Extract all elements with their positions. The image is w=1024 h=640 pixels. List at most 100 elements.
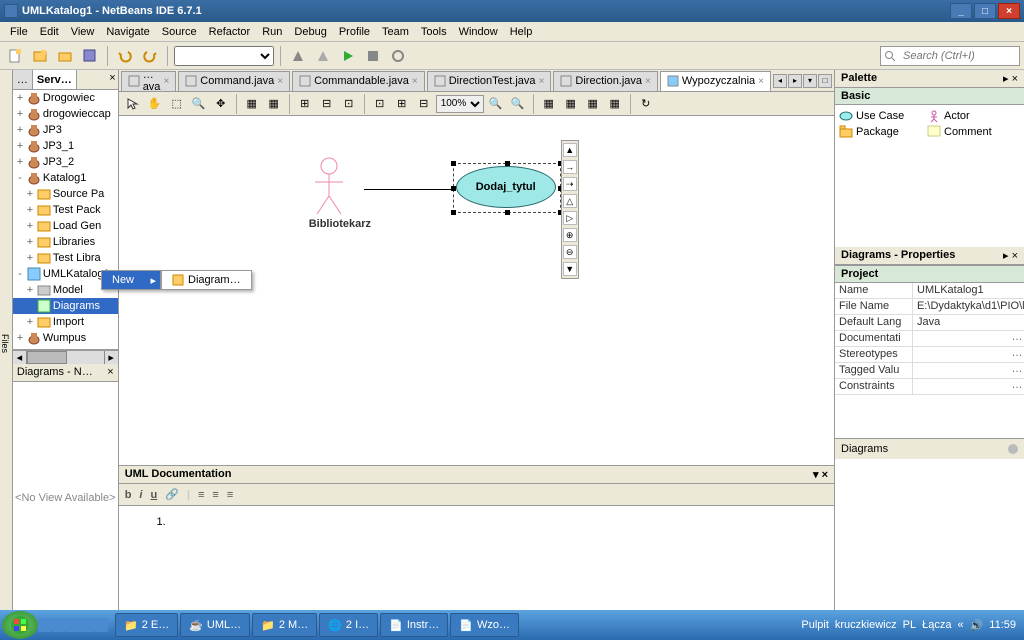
property-row[interactable]: File NameE:\Dydaktyka\d1\PIO\laboratoriu… [835, 299, 1024, 315]
doc-editor[interactable] [119, 506, 834, 614]
tab-close-icon[interactable]: × [539, 76, 545, 87]
side-real-icon[interactable]: ▷ [563, 211, 577, 225]
left-tab-projects[interactable]: … [13, 70, 33, 89]
tree-node[interactable]: +JP3_1 [13, 138, 118, 154]
editor-tab[interactable]: Direction.java× [553, 71, 657, 91]
menu-window[interactable]: Window [453, 24, 504, 40]
quick-launch-icon[interactable] [94, 618, 108, 632]
misc1-button[interactable]: ▦ [583, 94, 603, 114]
debug-button[interactable] [362, 45, 384, 67]
navigator-close-icon[interactable]: × [107, 366, 113, 379]
underline-button[interactable]: u [150, 489, 157, 501]
undo-button[interactable] [114, 45, 136, 67]
zoom-select[interactable]: 100% [436, 95, 484, 113]
taskbar-item[interactable]: 📄Instr… [380, 613, 448, 637]
tray-user[interactable]: kruczkiewicz [835, 619, 897, 631]
menu-edit[interactable]: Edit [34, 24, 65, 40]
property-row[interactable]: Tagged Valu… [835, 363, 1024, 379]
taskbar-item[interactable]: 📁2 E… [115, 613, 178, 637]
marquee-zoom-button[interactable]: ⬚ [167, 94, 187, 114]
tree-node[interactable]: +Wumpus [13, 330, 118, 346]
palette-item-comment[interactable]: Comment [927, 125, 1005, 139]
property-row[interactable]: Constraints… [835, 379, 1024, 395]
new-project-button[interactable] [29, 45, 51, 67]
fit-button[interactable]: ⊡ [370, 94, 390, 114]
palette-item-package[interactable]: Package [839, 125, 917, 139]
tree-hscroll[interactable]: ◂▸ [13, 350, 118, 364]
italic-button[interactable]: i [139, 489, 142, 501]
layout2-button[interactable]: ⊟ [317, 94, 337, 114]
editor-tab[interactable]: …ava× [121, 71, 177, 91]
tree-node[interactable]: Diagrams [13, 298, 118, 314]
tree-node[interactable]: +Libraries [13, 234, 118, 250]
side-assoc-icon[interactable]: → [563, 160, 577, 174]
start-button[interactable] [2, 611, 38, 639]
quick-launch-icon[interactable] [80, 618, 94, 632]
maximize-button[interactable]: □ [974, 3, 996, 19]
align-right-button[interactable]: ≡ [227, 489, 233, 501]
close-button[interactable]: × [998, 3, 1020, 19]
files-tab-vertical[interactable]: Files [0, 70, 13, 614]
side-up-icon[interactable]: ▲ [563, 143, 577, 157]
diagrams-section[interactable]: Diagrams [835, 438, 1024, 459]
tab-close-icon[interactable]: × [645, 76, 651, 87]
redo-button[interactable] [139, 45, 161, 67]
save-all-button[interactable] [79, 45, 101, 67]
prop-more-icon[interactable]: … [1010, 331, 1024, 346]
taskbar-item[interactable]: 🌐2 I… [319, 613, 378, 637]
zoom-out-button[interactable]: 🔍 [486, 94, 506, 114]
tree-node[interactable]: -Katalog1 [13, 170, 118, 186]
tree-node[interactable]: +Zad_3_PK_SS [13, 346, 118, 350]
tray-clock[interactable]: 11:59 [989, 619, 1016, 631]
clean-build-button[interactable] [312, 45, 334, 67]
tray-lang[interactable]: PL [903, 619, 916, 631]
zoom-in-button[interactable]: 🔍 [508, 94, 528, 114]
tab-max-button[interactable]: □ [818, 74, 832, 88]
side-down-icon[interactable]: ▼ [563, 262, 577, 276]
config-select[interactable] [174, 46, 274, 66]
actor-element[interactable]: Bibliotekarz [309, 156, 371, 230]
side-dep-icon[interactable]: ⇢ [563, 177, 577, 191]
association-line[interactable] [364, 189, 456, 190]
palette-pin-icon[interactable]: ▸ [1003, 73, 1009, 85]
tree-node[interactable]: +Drogowiec [13, 90, 118, 106]
property-row[interactable]: Default LangJava [835, 315, 1024, 331]
tab-scroll-right[interactable]: ▸ [788, 74, 802, 88]
fit3-button[interactable]: ⊟ [414, 94, 434, 114]
editor-tab[interactable]: Commandable.java× [292, 71, 425, 91]
project-tree[interactable]: +Drogowiec+drogowieccap+JP3+JP3_1+JP3_2-… [13, 90, 118, 350]
overview-button[interactable]: ▦ [242, 94, 262, 114]
open-button[interactable] [54, 45, 76, 67]
menu-tools[interactable]: Tools [415, 24, 453, 40]
submenu-diagram[interactable]: Diagram… [162, 271, 251, 289]
minimize-button[interactable]: _ [950, 3, 972, 19]
editor-tab[interactable]: Command.java× [178, 71, 290, 91]
bold-button[interactable]: b [125, 489, 132, 501]
search-input[interactable] [899, 47, 1019, 65]
tree-node[interactable]: +Source Pa [13, 186, 118, 202]
tab-close-icon[interactable]: × [163, 76, 169, 87]
menu-refactor[interactable]: Refactor [203, 24, 257, 40]
palette-close-icon[interactable]: × [1012, 73, 1018, 85]
menu-file[interactable]: File [4, 24, 34, 40]
tree-node[interactable]: +Import [13, 314, 118, 330]
fit2-button[interactable]: ⊞ [392, 94, 412, 114]
interactive-zoom-button[interactable]: 🔍 [189, 94, 209, 114]
diagram-canvas[interactable]: Bibliotekarz Dodaj_tytul ▲ → ⇢ △ ▷ ⊕ ⊖ ▼ [119, 116, 834, 465]
menu-run[interactable]: Run [256, 24, 288, 40]
props-close-icon[interactable]: × [1012, 250, 1018, 262]
align-center-button[interactable]: ≡ [212, 489, 218, 501]
side-gen-icon[interactable]: △ [563, 194, 577, 208]
side-ext-icon[interactable]: ⊖ [563, 245, 577, 259]
tab-scroll-left[interactable]: ◂ [773, 74, 787, 88]
tab-list-button[interactable]: ▾ [803, 74, 817, 88]
left-tab-services[interactable]: Serv… [33, 70, 77, 89]
property-row[interactable]: Stereotypes… [835, 347, 1024, 363]
quick-launch-icon[interactable] [66, 618, 80, 632]
taskbar-item[interactable]: ☕UML… [180, 613, 250, 637]
menu-source[interactable]: Source [156, 24, 203, 40]
menu-profile[interactable]: Profile [333, 24, 376, 40]
tray-pulpit[interactable]: Pulpit [801, 619, 829, 631]
profile-button[interactable] [387, 45, 409, 67]
prop-more-icon[interactable]: … [1010, 379, 1024, 394]
